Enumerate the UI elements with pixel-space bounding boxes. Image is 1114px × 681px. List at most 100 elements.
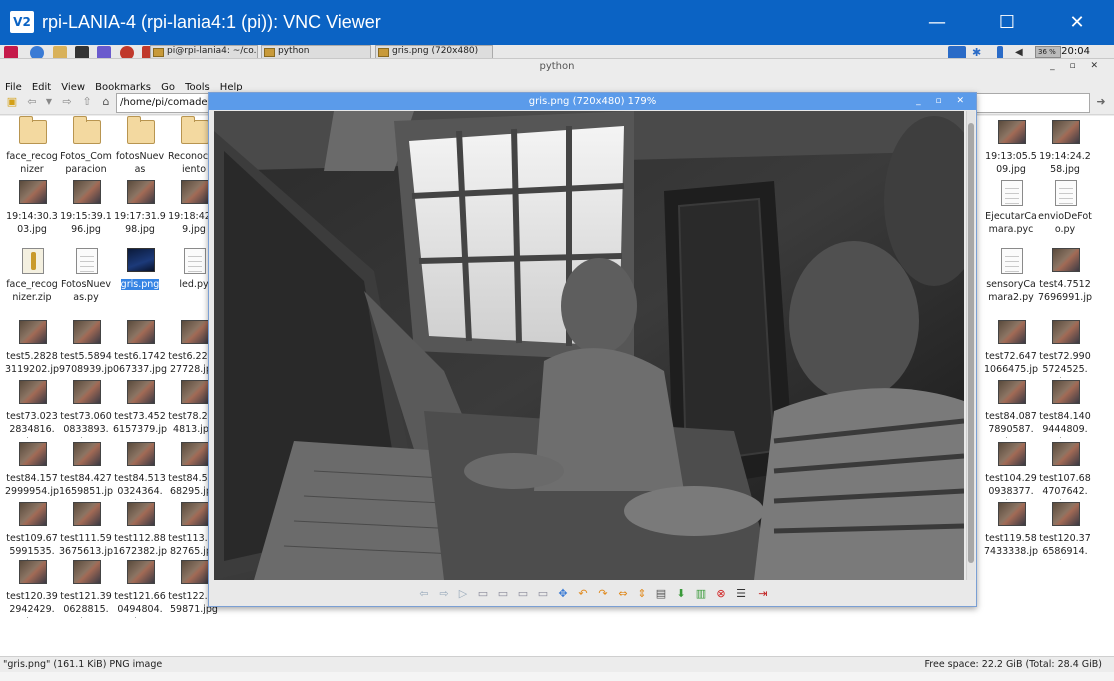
delete-icon[interactable]: ▥ — [693, 586, 709, 602]
image-thumbnail-icon — [127, 380, 155, 404]
exit-icon[interactable]: ⇥ — [755, 586, 771, 602]
task-terminal[interactable]: pi@rpi-lania4: ~/co... — [150, 45, 258, 58]
bottom-strip — [0, 672, 1114, 681]
file-label: test119.587433338.jpg — [984, 532, 1038, 560]
text-file-icon — [1055, 180, 1077, 206]
file-item[interactable]: test73.0600833893.j... — [59, 376, 113, 446]
file-item[interactable]: gris.png — [113, 244, 167, 314]
vnc-titlebar: V2 rpi-LANIA-4 (rpi-lania4:1 (pi)): VNC … — [0, 0, 1114, 45]
terminal-icon[interactable] — [75, 46, 89, 58]
web-browser-icon[interactable] — [30, 46, 44, 58]
open-icon[interactable]: ▤ — [653, 586, 669, 602]
volume-icon[interactable]: ◀ — [1015, 46, 1029, 58]
file-item[interactable]: test121.390628815.j... — [59, 556, 113, 626]
free-space-info: Free space: 22.2 GiB (Total: 28.4 GiB) — [924, 659, 1103, 670]
home-icon[interactable]: ⌂ — [99, 95, 113, 109]
file-item[interactable]: 19:14:30.303.jpg — [5, 176, 59, 246]
app-icon[interactable] — [97, 46, 111, 58]
task-label: gris.png (720x480) — [392, 46, 479, 56]
file-item[interactable]: test120.392942429.j... — [5, 556, 59, 626]
save-icon[interactable]: ⬇ — [673, 586, 689, 602]
prev-icon[interactable]: ⇦ — [416, 586, 432, 602]
task-label: python — [278, 46, 310, 56]
file-label: test84.5130324364.j... — [113, 472, 167, 500]
file-item[interactable]: test84.1409444809.j... — [1038, 376, 1092, 446]
fullscreen-icon[interactable]: ✥ — [555, 586, 571, 602]
status-bar: "gris.png" (161.1 KiB) PNG image Free sp… — [0, 656, 1114, 672]
zoom-in-icon[interactable]: ▭ — [495, 586, 511, 602]
close-icon[interactable]: ⊗ — [713, 586, 729, 602]
maximize-button[interactable]: ☐ — [984, 0, 1030, 45]
file-manager-icon[interactable] — [53, 46, 67, 58]
file-item[interactable]: EjecutarCamara.pyc — [984, 176, 1038, 246]
file-item[interactable]: test84.0877890587.j... — [984, 376, 1038, 446]
file-item[interactable]: test4.75127696991.jpg — [1038, 244, 1092, 314]
preferences-icon[interactable]: ☰ — [733, 586, 749, 602]
file-name: test119.587433338.jpg — [984, 533, 1038, 560]
image-viewer-title[interactable]: gris.png (720x480) 179% — [209, 93, 976, 110]
file-item[interactable]: 19:17:31.998.jpg — [113, 176, 167, 246]
history-dropdown-icon[interactable]: ▼ — [42, 95, 56, 109]
file-manager-window-controls[interactable]: _ ▫ ✕ — [1050, 59, 1104, 73]
file-label: test73.4526157379.jpg — [113, 410, 167, 438]
file-item[interactable]: test73.0232834816.j... — [5, 376, 59, 446]
go-icon[interactable]: ➜ — [1094, 95, 1108, 109]
file-name: fotosNuevas — [115, 151, 165, 175]
file-label: test72.6471066475.jpg — [984, 350, 1038, 378]
file-label: test121.660494804.j... — [113, 590, 167, 618]
scrollbar-thumb[interactable] — [968, 123, 974, 563]
task-file-manager[interactable]: python — [261, 45, 371, 58]
file-name: test84.0877890587.j... — [985, 411, 1037, 438]
file-label: test5.28283119202.jpg — [5, 350, 59, 378]
file-item[interactable]: test120.376586914.j... — [1038, 498, 1092, 568]
photo-canvas[interactable] — [214, 111, 964, 580]
flip-horizontal-icon[interactable]: ⇔ — [615, 586, 631, 602]
file-name: test84.4271659851.jpg — [59, 473, 113, 500]
image-thumbnail-icon — [73, 320, 101, 344]
file-item[interactable]: sensoryCamara2.py — [984, 244, 1038, 314]
file-label: test107.684707642.j... — [1038, 472, 1092, 500]
file-item[interactable]: test121.660494804.j... — [113, 556, 167, 626]
close-button[interactable]: ✕ — [1054, 0, 1100, 45]
rotate-right-icon[interactable]: ↷ — [595, 586, 611, 602]
task-image-viewer[interactable]: gris.png (720x480) — [375, 45, 493, 58]
flip-vertical-icon[interactable]: ⇕ — [634, 586, 650, 602]
task-label: pi@rpi-lania4: ~/co... — [167, 46, 258, 56]
raspberry-menu-icon[interactable] — [4, 46, 18, 58]
up-icon[interactable]: ⇧ — [80, 95, 94, 109]
play-icon[interactable]: ▷ — [455, 586, 471, 602]
zoom-original-icon[interactable]: ▭ — [535, 586, 551, 602]
archive-icon — [22, 248, 44, 274]
image-thumbnail-icon — [998, 120, 1026, 144]
image-thumbnail-icon — [998, 442, 1026, 466]
file-name: face_recognizer — [6, 151, 58, 175]
network-icon[interactable] — [997, 46, 1003, 58]
next-icon[interactable]: ⇨ — [436, 586, 452, 602]
file-item[interactable]: test119.587433338.jpg — [984, 498, 1038, 568]
rotate-left-icon[interactable]: ↶ — [575, 586, 591, 602]
file-item[interactable]: 19:15:39.196.jpg — [59, 176, 113, 246]
image-viewer-window-controls[interactable]: _ ▫ ✕ — [916, 93, 970, 110]
text-file-icon — [184, 248, 206, 274]
zoom-fit-icon[interactable]: ▭ — [515, 586, 531, 602]
file-item[interactable]: envioDeFoto.py — [1038, 176, 1092, 246]
grayscale-photo — [214, 111, 964, 580]
image-vertical-scrollbar[interactable] — [966, 111, 975, 580]
minimize-button[interactable]: — — [914, 0, 960, 45]
file-name: test73.4526157379.jpg — [113, 411, 167, 438]
file-item[interactable]: test73.4526157379.jpg — [113, 376, 167, 446]
bluetooth-icon[interactable]: ✱ — [972, 46, 986, 58]
image-thumbnail-icon — [1052, 502, 1080, 526]
app-icon[interactable] — [120, 46, 134, 58]
vnc-tray-icon[interactable] — [948, 46, 966, 58]
file-label: test5.58949708939.jpg — [59, 350, 113, 378]
file-label: fotosNuevas — [113, 150, 167, 178]
forward-icon[interactable]: ⇨ — [60, 95, 74, 109]
file-item[interactable]: FotosNuevas.py — [59, 244, 113, 314]
file-item[interactable]: face_recognizer.zip — [5, 244, 59, 314]
back-icon[interactable]: ⇦ — [25, 95, 39, 109]
new-tab-icon[interactable]: ▣ — [5, 95, 19, 109]
file-name: test84.1409444809.j... — [1039, 411, 1091, 438]
zoom-out-icon[interactable]: ▭ — [475, 586, 491, 602]
file-name: test4.75127696991.jpg — [1038, 279, 1092, 306]
